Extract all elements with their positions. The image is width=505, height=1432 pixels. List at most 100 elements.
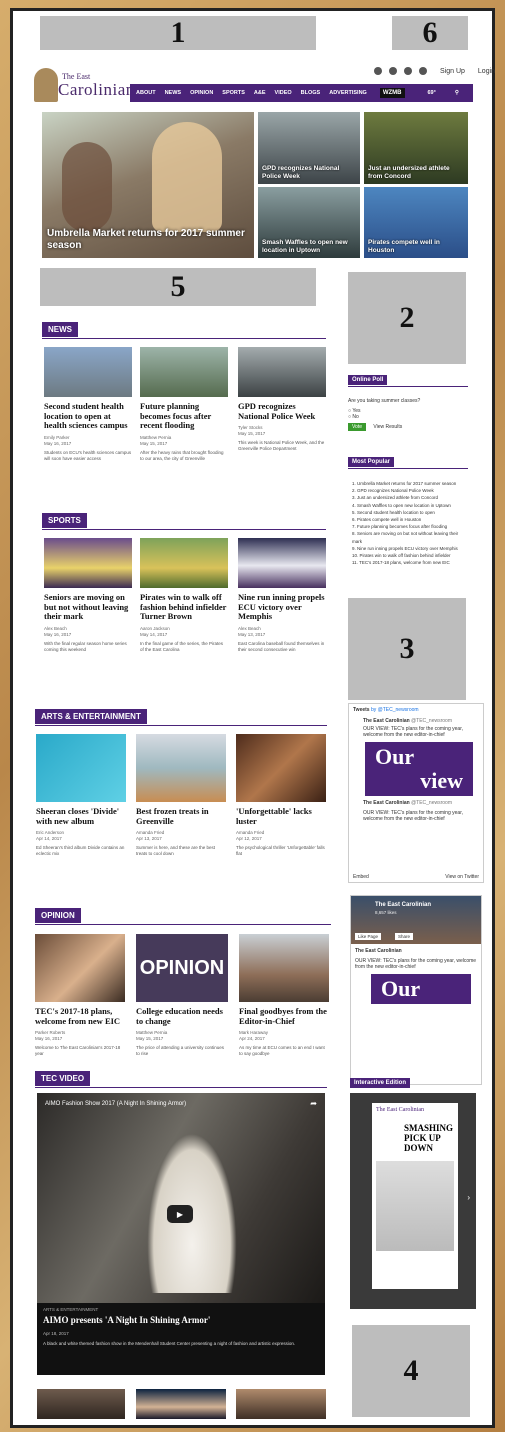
article-image[interactable]: [140, 538, 228, 588]
article-card[interactable]: 'Unforgettable' lacks luster Amanda Frie…: [236, 734, 326, 857]
section-header-ae[interactable]: ARTS & ENTERTAINMENT: [35, 709, 147, 724]
article-author[interactable]: Matthew Pernia: [140, 435, 171, 440]
article-author[interactable]: Eric Anderson: [36, 830, 64, 835]
section-header-opinion[interactable]: OPINION: [35, 908, 81, 923]
popular-item[interactable]: 7. Future planning becomes focus after f…: [352, 523, 466, 530]
fb-like-button[interactable]: Like Page: [355, 933, 382, 940]
popular-item[interactable]: 6. Pirates compete well in Houston: [352, 516, 466, 523]
article-card[interactable]: Nine run inning propels ECU victory over…: [238, 538, 326, 653]
article-image[interactable]: OPINION: [136, 934, 228, 1002]
tweets-by[interactable]: by @TEC_newsroom: [371, 707, 419, 713]
article-card[interactable]: OPINION College education needs to chang…: [136, 934, 228, 1057]
section-header-video[interactable]: TEC VIDEO: [35, 1071, 91, 1086]
article-card[interactable]: TEC's 2017-18 plans, welcome from new EI…: [35, 934, 125, 1057]
feature-tile[interactable]: Just an undersized athlete from Concord: [364, 112, 468, 184]
article-headline[interactable]: Nine run inning propels ECU victory over…: [238, 592, 326, 622]
nav-item-video[interactable]: VIDEO: [275, 90, 292, 96]
article-card[interactable]: Sheeran closes 'Divide' with new album E…: [36, 734, 126, 857]
article-image[interactable]: [136, 734, 226, 802]
article-headline[interactable]: Pirates win to walk off fashion behind i…: [140, 592, 228, 622]
nav-item-about[interactable]: ABOUT: [136, 90, 156, 96]
article-author[interactable]: Parker Roberts: [35, 1030, 65, 1035]
article-headline[interactable]: Best frozen treats in Greenville: [136, 806, 226, 826]
hero-feature[interactable]: Umbrella Market returns for 2017 summer …: [42, 112, 254, 258]
article-author[interactable]: Alex Beach: [44, 626, 67, 631]
video-headline[interactable]: AIMO presents 'A Night In Shining Armor': [43, 1315, 210, 1325]
article-image[interactable]: [239, 934, 329, 1002]
article-image[interactable]: [44, 347, 132, 397]
article-headline[interactable]: Future planning becomes focus after rece…: [140, 401, 228, 431]
nav-item-news[interactable]: NEWS: [165, 90, 182, 96]
article-headline[interactable]: Seniors are moving on but not without le…: [44, 592, 132, 622]
signup-link[interactable]: Sign Up: [440, 68, 465, 75]
tweet-handle[interactable]: @TEC_newsroom: [411, 800, 452, 806]
article-headline[interactable]: College education needs to change: [136, 1006, 228, 1026]
article-card[interactable]: Final goodbyes from the Editor-in-Chief …: [239, 934, 329, 1057]
popular-item[interactable]: 10. Pirates win to walk off fashion behi…: [352, 552, 466, 559]
article-card[interactable]: Best frozen treats in Greenville Amanda …: [136, 734, 226, 857]
share-icon[interactable]: ➦: [310, 1099, 317, 1108]
fb-share-button[interactable]: Share: [395, 933, 414, 940]
vote-button[interactable]: Vote: [348, 423, 367, 431]
article-headline[interactable]: GPD recognizes National Police Week: [238, 401, 326, 421]
edition-page[interactable]: The East Carolinian SMASHING PICK UP DOW…: [372, 1103, 458, 1289]
video-title[interactable]: AIMO Fashion Show 2017 (A Night In Shini…: [45, 1101, 186, 1107]
instagram-icon[interactable]: [404, 67, 412, 75]
twitter-icon[interactable]: [389, 67, 397, 75]
article-image[interactable]: [238, 538, 326, 588]
fb-page-name[interactable]: The East Carolinian: [375, 902, 431, 908]
feature-tile[interactable]: Pirates compete well in Houston: [364, 187, 468, 258]
site-logo[interactable]: The East Carolinian: [32, 64, 134, 104]
article-headline[interactable]: Final goodbyes from the Editor-in-Chief: [239, 1006, 329, 1026]
feature-headline[interactable]: Smash Waffles to open new location in Up…: [262, 239, 358, 255]
article-headline[interactable]: 'Unforgettable' lacks luster: [236, 806, 326, 826]
view-on-twitter-link[interactable]: View on Twitter: [445, 874, 479, 880]
article-headline[interactable]: TEC's 2017-18 plans, welcome from new EI…: [35, 1006, 125, 1026]
video-thumbnail[interactable]: [236, 1389, 326, 1419]
nav-item-advertising[interactable]: ADVERTISING: [329, 90, 367, 96]
facebook-widget[interactable]: The East Carolinian 8,657 likes Like Pag…: [350, 895, 482, 1085]
feature-headline[interactable]: Pirates compete well in Houston: [368, 239, 464, 255]
popular-item[interactable]: 4. Smash Waffles to open new location in…: [352, 502, 466, 509]
article-author[interactable]: Matthew Pernia: [136, 1030, 167, 1035]
article-image[interactable]: [35, 934, 125, 1002]
article-image[interactable]: [236, 734, 326, 802]
facebook-icon[interactable]: [374, 67, 382, 75]
section-header-sports[interactable]: SPORTS: [42, 513, 87, 528]
article-headline[interactable]: Sheeran closes 'Divide' with new album: [36, 806, 126, 826]
nav-item-sports[interactable]: SPORTS: [222, 90, 245, 96]
embed-link[interactable]: Embed: [353, 874, 369, 880]
popular-item[interactable]: 11. TEC's 2017-18 plans, welcome from ne…: [352, 559, 466, 566]
feature-headline[interactable]: Just an undersized athlete from Concord: [368, 165, 464, 181]
popular-item[interactable]: 2. GPD recognizes National Police Week: [352, 487, 466, 494]
article-card[interactable]: GPD recognizes National Police Week Tyle…: [238, 347, 326, 452]
article-image[interactable]: [44, 538, 132, 588]
nav-item-ae[interactable]: A&E: [254, 90, 266, 96]
popular-item[interactable]: 3. Just an undersized athlete from Conco…: [352, 494, 466, 501]
article-card[interactable]: Future planning becomes focus after rece…: [140, 347, 228, 462]
tweet-author[interactable]: The East Carolinian: [363, 800, 410, 806]
feature-tile[interactable]: Smash Waffles to open new location in Up…: [258, 187, 360, 258]
search-icon[interactable]: ⚲: [455, 90, 459, 96]
play-button[interactable]: ▶: [167, 1205, 193, 1223]
article-author[interactable]: Tyler Stocks: [238, 425, 263, 430]
video-thumbnail[interactable]: [136, 1389, 226, 1419]
article-card[interactable]: Seniors are moving on but not without le…: [44, 538, 132, 653]
poll-option-no[interactable]: No: [352, 414, 358, 420]
nav-item-opinion[interactable]: OPINION: [190, 90, 213, 96]
view-results-link[interactable]: View Results: [373, 424, 402, 430]
popular-item[interactable]: 8. Seniors are moving on but not without…: [352, 530, 466, 544]
fb-post-author[interactable]: The East Carolinian: [355, 948, 402, 954]
video-player[interactable]: AIMO Fashion Show 2017 (A Night In Shini…: [37, 1093, 325, 1375]
twitter-widget[interactable]: Tweets by @TEC_newsroom The East Carolin…: [348, 703, 484, 883]
hero-headline[interactable]: Umbrella Market returns for 2017 summer …: [47, 228, 247, 252]
article-author[interactable]: Aaron Jackson: [140, 626, 170, 631]
popular-item[interactable]: 9. Nine run inning propels ECU victory o…: [352, 545, 466, 552]
tweet-author[interactable]: The East Carolinian: [363, 718, 410, 724]
poll-radio-no[interactable]: ○: [348, 414, 351, 420]
popular-item[interactable]: 5. Second student health location to ope…: [352, 509, 466, 516]
popular-item[interactable]: 1. Umbrella Market returns for 2017 summ…: [352, 480, 466, 487]
article-image[interactable]: [238, 347, 326, 397]
article-headline[interactable]: Second student health location to open a…: [44, 401, 132, 431]
section-header-news[interactable]: NEWS: [42, 322, 78, 337]
